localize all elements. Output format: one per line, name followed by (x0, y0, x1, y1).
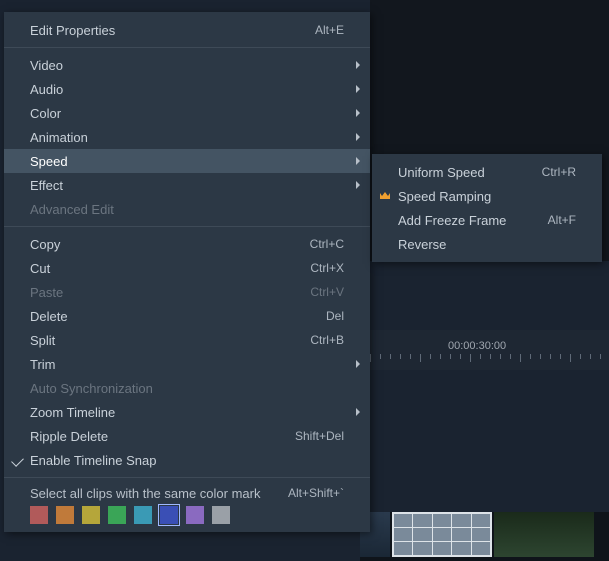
timeline-clips[interactable]: are Filmora X Update (360, 512, 609, 561)
menu-speed[interactable]: Speed (4, 149, 370, 173)
separator (4, 226, 370, 227)
color-swatch[interactable] (30, 506, 48, 524)
menu-audio[interactable]: Audio (4, 77, 370, 101)
color-swatch[interactable] (212, 506, 230, 524)
color-swatch[interactable] (134, 506, 152, 524)
menu-trim[interactable]: Trim (4, 352, 370, 376)
chevron-right-icon (356, 360, 360, 368)
check-icon (11, 454, 24, 467)
color-swatches (4, 503, 370, 526)
color-swatch[interactable] (82, 506, 100, 524)
ruler-timecode: 00:00:30:00 (448, 340, 506, 352)
chevron-right-icon (356, 181, 360, 189)
submenu-add-freeze-frame[interactable]: Add Freeze FrameAlt+F (372, 208, 602, 232)
context-menu: Edit Properties Alt+E Video Audio Color … (4, 12, 370, 532)
color-swatch[interactable] (186, 506, 204, 524)
menu-advanced-edit: Advanced Edit (4, 197, 370, 221)
menu-ripple-delete[interactable]: Ripple DeleteShift+Del (4, 424, 370, 448)
menu-copy[interactable]: CopyCtrl+C (4, 232, 370, 256)
menu-delete[interactable]: DeleteDel (4, 304, 370, 328)
color-swatch[interactable] (56, 506, 74, 524)
clip-thumb[interactable] (494, 512, 594, 557)
chevron-right-icon (356, 157, 360, 165)
submenu-speed-ramping[interactable]: Speed Ramping (372, 184, 602, 208)
menu-paste: PasteCtrl+V (4, 280, 370, 304)
chevron-right-icon (356, 61, 360, 69)
chevron-right-icon (356, 109, 360, 117)
menu-cut[interactable]: CutCtrl+X (4, 256, 370, 280)
menu-edit-properties[interactable]: Edit Properties Alt+E (4, 18, 370, 42)
separator (4, 47, 370, 48)
crown-icon (379, 190, 391, 202)
chevron-right-icon (356, 408, 360, 416)
speed-submenu: Uniform SpeedCtrl+R Speed Ramping Add Fr… (372, 154, 602, 262)
menu-enable-snap[interactable]: Enable Timeline Snap (4, 448, 370, 472)
color-swatch[interactable] (160, 506, 178, 524)
menu-video[interactable]: Video (4, 53, 370, 77)
separator (4, 477, 370, 478)
color-swatch[interactable] (108, 506, 126, 524)
menu-zoom-timeline[interactable]: Zoom Timeline (4, 400, 370, 424)
clip-thumb[interactable] (392, 512, 492, 557)
submenu-reverse[interactable]: Reverse (372, 232, 602, 256)
menu-color[interactable]: Color (4, 101, 370, 125)
menu-select-by-color: Select all clips with the same color mar… (4, 483, 370, 503)
menu-auto-sync: Auto Synchronization (4, 376, 370, 400)
menu-split[interactable]: SplitCtrl+B (4, 328, 370, 352)
menu-animation[interactable]: Animation (4, 125, 370, 149)
menu-effect[interactable]: Effect (4, 173, 370, 197)
submenu-uniform-speed[interactable]: Uniform SpeedCtrl+R (372, 160, 602, 184)
chevron-right-icon (356, 85, 360, 93)
ruler-ticks (370, 354, 609, 364)
chevron-right-icon (356, 133, 360, 141)
